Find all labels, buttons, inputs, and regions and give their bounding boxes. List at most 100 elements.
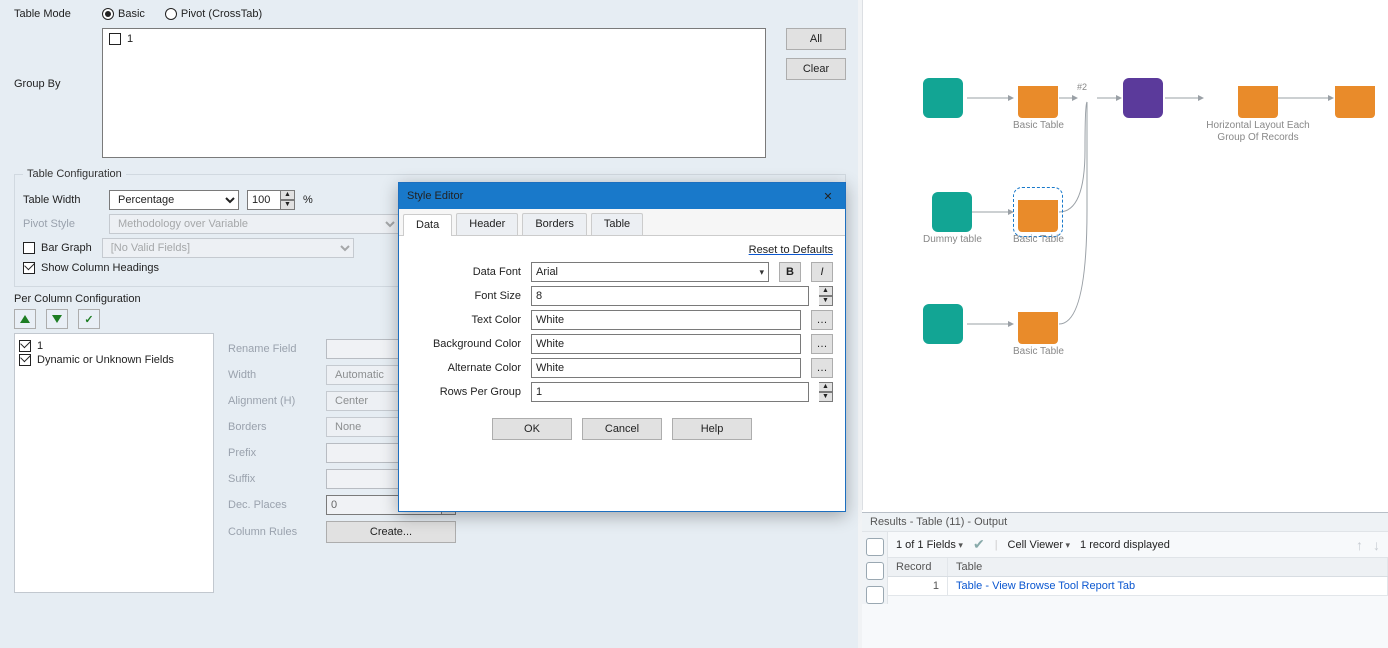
- formula-tool-icon: [1123, 78, 1163, 118]
- tool-anchor[interactable]: #2: [1077, 82, 1087, 92]
- spin-up-icon[interactable]: ▲: [819, 382, 833, 392]
- spin-up-icon[interactable]: ▲: [281, 190, 295, 200]
- dec-places-label: Dec. Places: [228, 499, 318, 511]
- group-by-list[interactable]: 1: [102, 28, 766, 158]
- results-panel: Results - Table (11) - Output 1 of 1 Fie…: [862, 512, 1388, 648]
- apply-button[interactable]: ✓: [78, 309, 100, 329]
- node-label: Basic Table: [1013, 234, 1064, 246]
- grid-view-icon[interactable]: [866, 538, 884, 556]
- bg-color-input[interactable]: White: [531, 334, 801, 354]
- alt-color-input[interactable]: White: [531, 358, 801, 378]
- alt-color-label: Alternate Color: [411, 362, 521, 374]
- tab-data[interactable]: Data: [403, 214, 452, 236]
- data-font-label: Data Font: [411, 266, 521, 278]
- tool-basic-table-3[interactable]: Basic Table: [1013, 304, 1064, 358]
- tab-borders[interactable]: Borders: [522, 213, 587, 235]
- create-rules-button[interactable]: Create...: [326, 521, 456, 543]
- group-by-item[interactable]: 1: [109, 33, 133, 45]
- table-width-select[interactable]: Percentage: [109, 190, 239, 210]
- results-title: Results - Table (11) - Output: [862, 513, 1388, 532]
- tool-browse[interactable]: [923, 78, 963, 118]
- tool-horizontal-layout[interactable]: Horizontal Layout Each Group Of Records: [1203, 78, 1313, 144]
- browse-view-icon[interactable]: [866, 586, 884, 604]
- table-tool-icon: [1018, 304, 1058, 344]
- tool-browse-3[interactable]: [923, 304, 963, 344]
- next-record-button[interactable]: ↓: [1373, 537, 1380, 553]
- tab-table[interactable]: Table: [591, 213, 643, 235]
- tab-header[interactable]: Header: [456, 213, 518, 235]
- results-view-icons: [862, 532, 888, 604]
- browse-tool-icon: [923, 304, 963, 344]
- column-header-table[interactable]: Table: [948, 558, 1388, 576]
- checkbox-icon[interactable]: [19, 354, 31, 366]
- tool-render[interactable]: [1335, 78, 1375, 118]
- bar-graph-checkbox[interactable]: Bar Graph: [23, 242, 92, 254]
- rename-field-label: Rename Field: [228, 343, 318, 355]
- radio-pivot[interactable]: Pivot (CrossTab): [165, 8, 262, 20]
- fields-dropdown[interactable]: 1 of 1 Fields: [896, 539, 963, 551]
- results-grid[interactable]: Record Table 1 Table - View Browse Tool …: [888, 558, 1388, 596]
- bg-color-label: Background Color: [411, 338, 521, 350]
- prev-record-button[interactable]: ↑: [1356, 537, 1363, 553]
- spin-down-icon[interactable]: ▼: [819, 296, 833, 306]
- tab-strip: Data Header Borders Table: [399, 209, 845, 236]
- select-all-button[interactable]: All: [786, 28, 846, 50]
- width-label: Width: [228, 369, 318, 381]
- cell-viewer-dropdown[interactable]: Cell Viewer: [1008, 539, 1070, 551]
- bar-graph-field-select: [No Valid Fields]: [102, 238, 354, 258]
- spin-down-icon[interactable]: ▼: [281, 200, 295, 210]
- cell-table-link[interactable]: Table - View Browse Tool Report Tab: [948, 577, 1388, 595]
- browse-tool-icon: [923, 78, 963, 118]
- clear-button[interactable]: Clear: [786, 58, 846, 80]
- node-label: Basic Table: [1013, 120, 1064, 132]
- suffix-label: Suffix: [228, 473, 318, 485]
- dialog-titlebar[interactable]: Style Editor ✕: [399, 183, 845, 209]
- cancel-button[interactable]: Cancel: [582, 418, 662, 440]
- table-row[interactable]: 1 Table - View Browse Tool Report Tab: [888, 577, 1388, 596]
- checkbox-icon[interactable]: [109, 33, 121, 45]
- help-button[interactable]: Help: [672, 418, 752, 440]
- text-color-input[interactable]: White: [531, 310, 801, 330]
- table-tool-icon: [1018, 78, 1058, 118]
- node-label: Dummy table: [923, 234, 982, 246]
- tool-basic-table-1[interactable]: Basic Table: [1013, 78, 1064, 132]
- column-header-record[interactable]: Record: [888, 558, 948, 576]
- reset-defaults-link[interactable]: Reset to Defaults: [411, 244, 833, 256]
- radio-basic[interactable]: Basic: [102, 8, 145, 20]
- table-configuration-legend: Table Configuration: [23, 168, 126, 180]
- bg-color-picker-button[interactable]: …: [811, 334, 833, 354]
- table-width-spinner[interactable]: ▲▼: [247, 190, 295, 210]
- tool-formula[interactable]: [1123, 78, 1163, 118]
- column-rules-label: Column Rules: [228, 526, 318, 538]
- check-icon: ✓: [84, 313, 93, 326]
- workflow-canvas[interactable]: Basic Table #2 Horizontal Layout Each Gr…: [862, 0, 1388, 510]
- list-item[interactable]: 1: [19, 340, 209, 352]
- checkbox-icon: [23, 242, 35, 254]
- table-width-input[interactable]: [247, 190, 281, 210]
- text-color-picker-button[interactable]: …: [811, 310, 833, 330]
- pivot-style-select: Methodology over Variable: [109, 214, 399, 234]
- alt-color-picker-button[interactable]: …: [811, 358, 833, 378]
- font-size-input[interactable]: 8: [531, 286, 809, 306]
- rows-per-group-input[interactable]: 1: [531, 382, 809, 402]
- checkbox-icon[interactable]: [19, 340, 31, 352]
- tool-basic-table-2[interactable]: Basic Table: [1013, 192, 1064, 246]
- cell-record: 1: [888, 577, 948, 595]
- close-icon[interactable]: ✕: [819, 190, 837, 203]
- data-font-select[interactable]: Arial: [531, 262, 769, 282]
- move-down-button[interactable]: [46, 309, 68, 329]
- tool-browse-2[interactable]: Dummy table: [923, 192, 982, 246]
- spin-down-icon[interactable]: ▼: [819, 392, 833, 402]
- ok-button[interactable]: OK: [492, 418, 572, 440]
- checkbox-icon: [23, 262, 35, 274]
- spin-up-icon[interactable]: ▲: [819, 286, 833, 296]
- bold-button[interactable]: B: [779, 262, 801, 282]
- prefix-label: Prefix: [228, 447, 318, 459]
- summary-view-icon[interactable]: [866, 562, 884, 580]
- column-list[interactable]: 1 Dynamic or Unknown Fields: [14, 333, 214, 593]
- italic-button[interactable]: I: [811, 262, 833, 282]
- render-tool-icon: [1335, 78, 1375, 118]
- show-column-headings-checkbox[interactable]: Show Column Headings: [23, 262, 159, 274]
- list-item[interactable]: Dynamic or Unknown Fields: [19, 354, 209, 366]
- move-up-button[interactable]: [14, 309, 36, 329]
